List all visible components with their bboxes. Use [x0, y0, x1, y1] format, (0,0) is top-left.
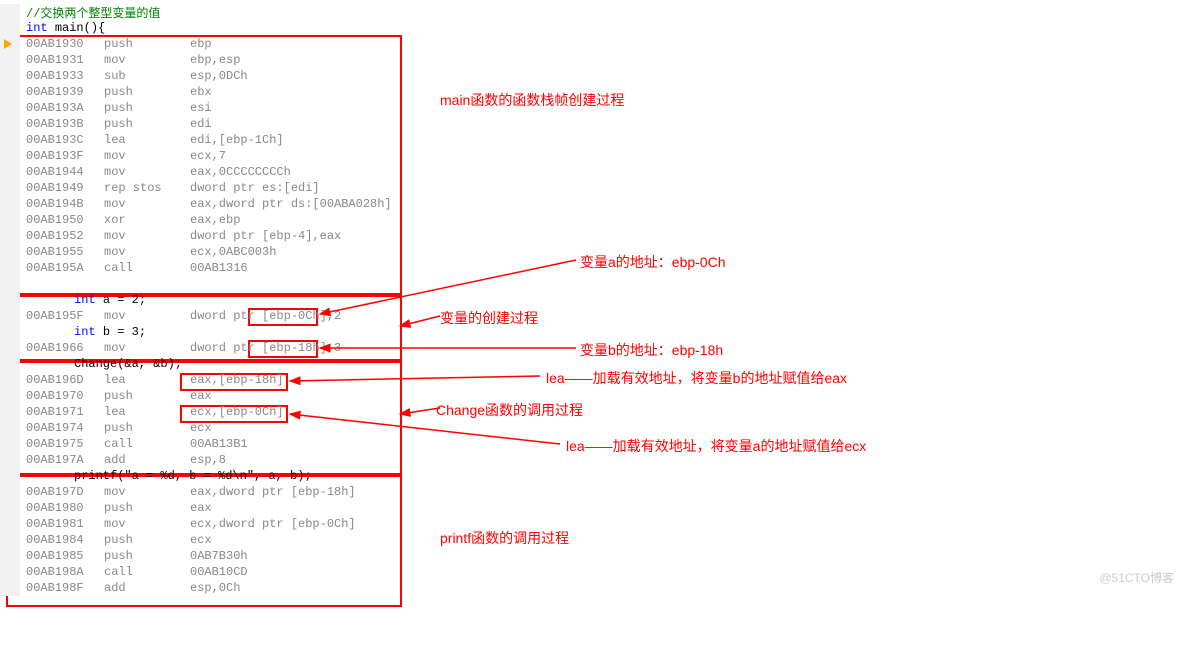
asm-line: 00AB1971leaecx,[ebp-0Ch] — [0, 404, 1184, 420]
asm-line: 00AB1944moveax,0CCCCCCCCh — [0, 164, 1184, 180]
src-line: int a = 2; — [0, 292, 1184, 308]
label-change-call: Change函数的调用过程 — [436, 400, 583, 420]
asm-line: 00AB198Acall00AB10CD — [0, 564, 1184, 580]
asm-line: 00AB1931movebp,esp — [0, 52, 1184, 68]
asm-line: 00AB195Fmovdword ptr [ebp-0Ch],2 — [0, 308, 1184, 324]
asm-line: 00AB193Bpushedi — [0, 116, 1184, 132]
asm-line — [0, 276, 1184, 292]
disassembly-view: //交换两个整型变量的值 int main(){ 00AB1930pushebp… — [0, 0, 1184, 596]
asm-line: 00AB198Faddesp,0Ch — [0, 580, 1184, 596]
label-var-b-addr: 变量b的地址：ebp-18h — [580, 340, 723, 360]
asm-line: 00AB1952movdword ptr [ebp-4],eax — [0, 228, 1184, 244]
asm-line: 00AB193Fmovecx,7 — [0, 148, 1184, 164]
asm-line: 00AB1970pusheax — [0, 388, 1184, 404]
current-line-arrow — [4, 39, 16, 49]
label-main-frame: main函数的函数栈帧创建过程 — [440, 90, 624, 110]
src-line: printf("a = %d, b = %d\n", a, b); — [0, 468, 1184, 484]
asm-line: 00AB1933subesp,0DCh — [0, 68, 1184, 84]
label-lea-b: lea——加载有效地址，将变量b的地址赋值给eax — [546, 368, 847, 388]
asm-line: 00AB197Dmoveax,dword ptr [ebp-18h] — [0, 484, 1184, 500]
src-line: int main(){ — [0, 20, 1184, 36]
label-printf-call: printf函数的调用过程 — [440, 528, 569, 548]
asm-line: 00AB1985push0AB7B30h — [0, 548, 1184, 564]
asm-line: 00AB1949rep stosdword ptr es:[edi] — [0, 180, 1184, 196]
asm-line: 00AB1974pushecx — [0, 420, 1184, 436]
asm-line: 00AB1930pushebp — [0, 36, 1184, 52]
label-var-create: 变量的创建过程 — [440, 308, 538, 328]
asm-line: 00AB1950xoreax,ebp — [0, 212, 1184, 228]
src-line: //交换两个整型变量的值 — [0, 4, 1184, 20]
asm-line: 00AB194Bmoveax,dword ptr ds:[00ABA028h] — [0, 196, 1184, 212]
label-var-a-addr: 变量a的地址：ebp-0Ch — [580, 252, 726, 272]
asm-line: 00AB1981movecx,dword ptr [ebp-0Ch] — [0, 516, 1184, 532]
asm-line: 00AB1980pusheax — [0, 500, 1184, 516]
src-line: int b = 3; — [0, 324, 1184, 340]
asm-line: 00AB1984pushecx — [0, 532, 1184, 548]
asm-line: 00AB193Cleaedi,[ebp-1Ch] — [0, 132, 1184, 148]
label-lea-a: lea——加载有效地址，将变量a的地址赋值给ecx — [566, 436, 866, 456]
